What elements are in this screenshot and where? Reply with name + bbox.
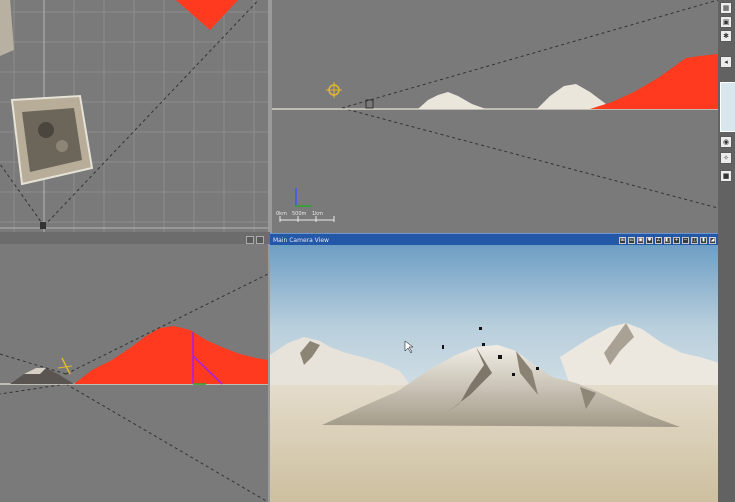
view-options-button[interactable]: ⊡ xyxy=(628,236,635,244)
camera-view-toolbar: ⊞ ⊡ ▣ ✱ Z ◧ + − ◫ ▮ ◪ xyxy=(619,236,719,244)
render-icon[interactable]: ▣ xyxy=(720,16,732,28)
zoom-button[interactable]: Z xyxy=(655,236,662,244)
viewport-options-button[interactable] xyxy=(246,236,254,244)
side-viewport[interactable]: 0km 500m 1km xyxy=(272,0,718,232)
scale-tick-label: 0km xyxy=(276,211,287,217)
axis-gizmo xyxy=(295,188,312,207)
front-viewport-buttons xyxy=(246,236,264,244)
maximize-button[interactable]: ▮ xyxy=(700,236,707,244)
light-toggle-button[interactable]: ✱ xyxy=(646,236,653,244)
light-icon[interactable]: ✧ xyxy=(720,152,732,164)
split-view-button[interactable]: ◫ xyxy=(691,236,698,244)
main-camera-viewport[interactable]: Main Camera View ⊞ ⊡ ▣ ✱ Z ◧ + − ◫ ▮ ◪ xyxy=(270,233,719,502)
sun-light-icon[interactable] xyxy=(57,357,73,375)
camera-view-title: Main Camera View xyxy=(273,236,329,244)
scale-tick-label: 500m xyxy=(292,211,307,217)
horizontal-divider[interactable] xyxy=(0,232,270,244)
arrow-icon[interactable]: ◂ xyxy=(720,56,732,68)
zoom-in-button[interactable]: + xyxy=(673,236,680,244)
close-button[interactable]: ◪ xyxy=(709,236,716,244)
red-terrain-side[interactable] xyxy=(590,54,718,109)
grid-icon[interactable]: ▦ xyxy=(720,2,732,14)
display-mode-button[interactable]: ◧ xyxy=(664,236,671,244)
render-thumbnail[interactable] xyxy=(720,82,735,132)
view-layout-button[interactable]: ⊞ xyxy=(619,236,626,244)
front-view-canvas[interactable] xyxy=(0,244,268,502)
sun-light-icon[interactable] xyxy=(326,82,342,98)
camera-render-canvas[interactable] xyxy=(270,245,719,502)
settings-icon[interactable]: ✱ xyxy=(720,30,732,42)
camera-icon[interactable]: ◉ xyxy=(720,136,732,148)
front-viewport[interactable] xyxy=(0,244,268,502)
viewport-maximize-button[interactable] xyxy=(256,236,264,244)
top-view-canvas[interactable] xyxy=(0,0,268,232)
camera-icon-top[interactable] xyxy=(40,222,46,229)
object-icon[interactable]: ■ xyxy=(720,170,732,182)
right-tool-panel: ▦ ▣ ✱ ◂ ◉ ✧ ■ xyxy=(718,0,735,502)
scale-tick-label: 1km xyxy=(312,211,323,217)
side-view-canvas[interactable]: 0km 500m 1km xyxy=(272,0,718,232)
zoom-out-button[interactable]: − xyxy=(682,236,689,244)
preview-button[interactable]: ▣ xyxy=(637,236,644,244)
scale-bar: 0km 500m 1km xyxy=(276,211,335,222)
red-terrain-front[interactable] xyxy=(74,326,268,384)
top-viewport[interactable] xyxy=(0,0,268,232)
red-terrain-top[interactable] xyxy=(176,0,238,30)
mountain-side-1[interactable] xyxy=(418,92,486,109)
terrain-tile-top[interactable] xyxy=(10,94,94,186)
